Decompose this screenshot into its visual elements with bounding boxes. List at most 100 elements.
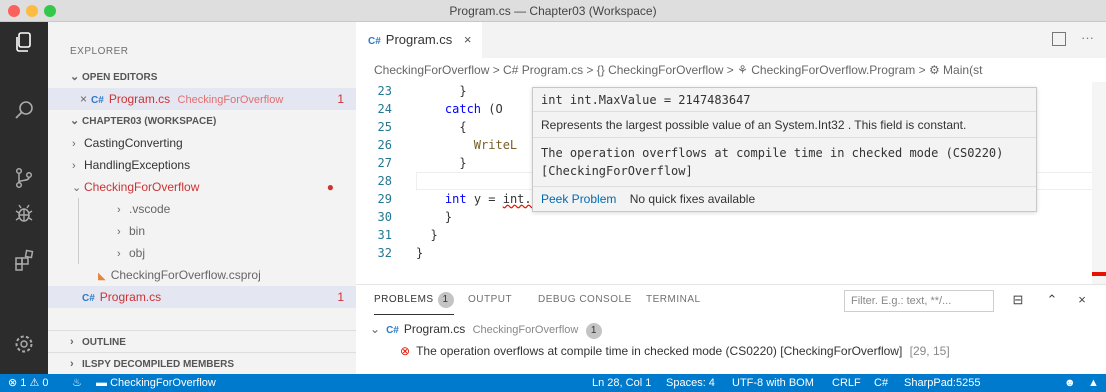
extensions-icon[interactable] — [12, 248, 36, 272]
status-bar: ⊗ 1 ⚠ 0 ♨ ▬ CheckingForOverflow Ln 28, C… — [0, 374, 1106, 392]
line-number: 31 — [377, 228, 392, 242]
tree-item-handling-exceptions[interactable]: › HandlingExceptions — [48, 154, 356, 176]
tree-item-checking-for-overflow[interactable]: ⌄ CheckingForOverflow ● — [48, 176, 356, 198]
tab-debug-console[interactable]: DEBUG CONSOLE — [538, 285, 632, 315]
error-icon: ⊗ — [400, 344, 411, 358]
tree-item-program-cs[interactable]: C# Program.cs 1 — [48, 286, 356, 308]
close-panel-icon[interactable]: × — [1072, 290, 1092, 310]
tab-close-icon[interactable]: × — [464, 32, 472, 47]
project-selector[interactable]: ▬ CheckingForOverflow — [96, 374, 216, 392]
chevron-down-icon: ⌄ — [370, 322, 381, 336]
search-icon[interactable] — [12, 98, 36, 122]
problem-count-badge: 1 — [337, 290, 344, 304]
indentation[interactable]: Spaces: 4 — [666, 374, 715, 392]
line-number: 27 — [377, 156, 392, 170]
chevron-right-icon: › — [70, 336, 74, 348]
bottom-panel: PROBLEMS 1 OUTPUT DEBUG CONSOLE TERMINAL … — [356, 284, 1106, 374]
chevron-right-icon: › — [117, 226, 121, 238]
tab-terminal[interactable]: TERMINAL — [646, 285, 701, 315]
code-line: } — [416, 246, 424, 260]
encoding[interactable]: UTF-8 with BOM — [732, 374, 814, 392]
chevron-right-icon: › — [117, 248, 121, 260]
problems-count-badge: 1 — [437, 292, 454, 308]
peek-problem-link[interactable]: Peek Problem — [541, 192, 616, 206]
chevron-down-icon: ⌄ — [72, 182, 82, 194]
language-mode[interactable]: C# — [874, 374, 888, 392]
explorer-sidebar: EXPLORER ⌄ OPEN EDITORS × C# Program.cs Che… — [48, 22, 356, 374]
close-icon[interactable]: × — [80, 92, 87, 106]
close-window-button[interactable] — [8, 5, 20, 17]
problem-file-row[interactable]: ⌄ C# Program.cs CheckingForOverflow 1 — [370, 319, 602, 339]
csharp-file-icon: C# — [386, 325, 399, 336]
open-editor-item[interactable]: × C# Program.cs CheckingForOverflow 1 — [48, 88, 356, 110]
error-marker — [1092, 272, 1106, 276]
hover-signature: int int.MaxValue = 2147483647 — [533, 88, 1036, 112]
tab-output[interactable]: OUTPUT — [468, 285, 512, 315]
csharp-file-icon: C# — [368, 36, 381, 47]
hover-tooltip: int int.MaxValue = 2147483647 Represents… — [532, 87, 1037, 212]
ilspy-header[interactable]: › ILSPY DECOMPILED MEMBERS — [48, 352, 356, 374]
tab-program-cs[interactable]: C# Program.cs × — [356, 22, 482, 58]
sharppad-status[interactable]: SharpPad:5255 — [904, 374, 980, 392]
line-number: 25 — [377, 120, 392, 134]
chevron-right-icon: › — [72, 160, 76, 172]
zoom-window-button[interactable] — [44, 5, 56, 17]
line-number: 24 — [377, 102, 392, 116]
tab-bar: C# Program.cs × ··· — [356, 22, 1106, 58]
line-number: 29 — [377, 192, 392, 206]
line-number: 23 — [377, 84, 392, 98]
tree-item-bin[interactable]: › bin — [78, 220, 356, 242]
line-number: 26 — [377, 138, 392, 152]
feedback-icon[interactable]: ☻ — [1064, 374, 1076, 392]
source-control-icon[interactable] — [12, 166, 36, 190]
code-line: } — [416, 228, 438, 242]
line-endings[interactable]: CRLF — [832, 374, 861, 392]
line-number: 32 — [377, 246, 392, 260]
collapse-all-icon[interactable]: ⊟ — [1008, 290, 1028, 310]
vscode-window: Program.cs — Chapter03 (Workspace) EXPLO… — [0, 0, 1106, 392]
csharp-file-icon: C# — [82, 293, 95, 304]
chevron-down-icon: ⌄ — [70, 71, 80, 83]
flame-icon: ♨ — [72, 377, 82, 389]
chevron-down-icon: ⌄ — [70, 115, 80, 127]
problem-item[interactable]: ⊗ The operation overflows at compile time… — [400, 341, 950, 361]
outline-header[interactable]: › OUTLINE — [48, 330, 356, 352]
rss-file-icon: ◣ — [98, 271, 106, 282]
activity-bar — [0, 22, 48, 374]
minimize-window-button[interactable] — [26, 5, 38, 17]
open-editors-header[interactable]: ⌄ OPEN EDITORS — [48, 66, 356, 88]
title-bar: Program.cs — Chapter03 (Workspace) — [0, 0, 1106, 22]
chevron-right-icon: › — [72, 138, 76, 150]
line-number: 30 — [377, 210, 392, 224]
maximize-panel-icon[interactable]: ⌃ — [1042, 290, 1062, 310]
problems-filter-input[interactable]: Filter. E.g.: text, **/... — [844, 290, 994, 312]
problem-count-badge: 1 — [585, 323, 602, 339]
line-number: 28 — [377, 174, 392, 188]
editor-scrollbar[interactable] — [1092, 82, 1106, 306]
window-title: Program.cs — Chapter03 (Workspace) — [449, 4, 657, 18]
problems-status[interactable]: ⊗ 1 ⚠ 0 — [8, 374, 49, 392]
more-actions-icon[interactable]: ··· — [1081, 30, 1094, 45]
error-dot-icon: ● — [326, 180, 334, 194]
no-quick-fixes-label: No quick fixes available — [629, 192, 756, 206]
tree-item-vscode[interactable]: › .vscode — [78, 198, 356, 220]
hover-documentation: Represents the largest possible value of… — [533, 112, 1036, 138]
tree-item-csproj[interactable]: ◣ CheckingForOverflow.csproj — [48, 264, 356, 286]
explorer-icon[interactable] — [12, 30, 36, 54]
chevron-right-icon: › — [117, 204, 121, 216]
tree-item-casting-converting[interactable]: › CastingConverting — [48, 132, 356, 154]
hover-error: The operation overflows at compile time … — [533, 138, 1036, 187]
debug-icon[interactable] — [12, 202, 36, 226]
tab-problems[interactable]: PROBLEMS 1 — [374, 285, 454, 315]
settings-gear-icon[interactable] — [12, 332, 36, 356]
tree-item-obj[interactable]: › obj — [78, 242, 356, 264]
bell-icon[interactable]: ▲ — [1088, 374, 1099, 392]
sidebar-title: EXPLORER — [70, 46, 129, 57]
workspace-header[interactable]: ⌄ CHAPTER03 (WORKSPACE) — [48, 110, 356, 132]
breadcrumb[interactable]: CheckingForOverflow > C# Program.cs > {}… — [356, 58, 1106, 82]
problem-count-badge: 1 — [337, 92, 344, 106]
line-number-gutter: 23 24 25 26 27 28 29 30 31 32 — [356, 82, 416, 262]
csharp-file-icon: C# — [91, 95, 104, 106]
split-editor-icon[interactable] — [1052, 32, 1066, 46]
cursor-position[interactable]: Ln 28, Col 1 — [592, 374, 651, 392]
